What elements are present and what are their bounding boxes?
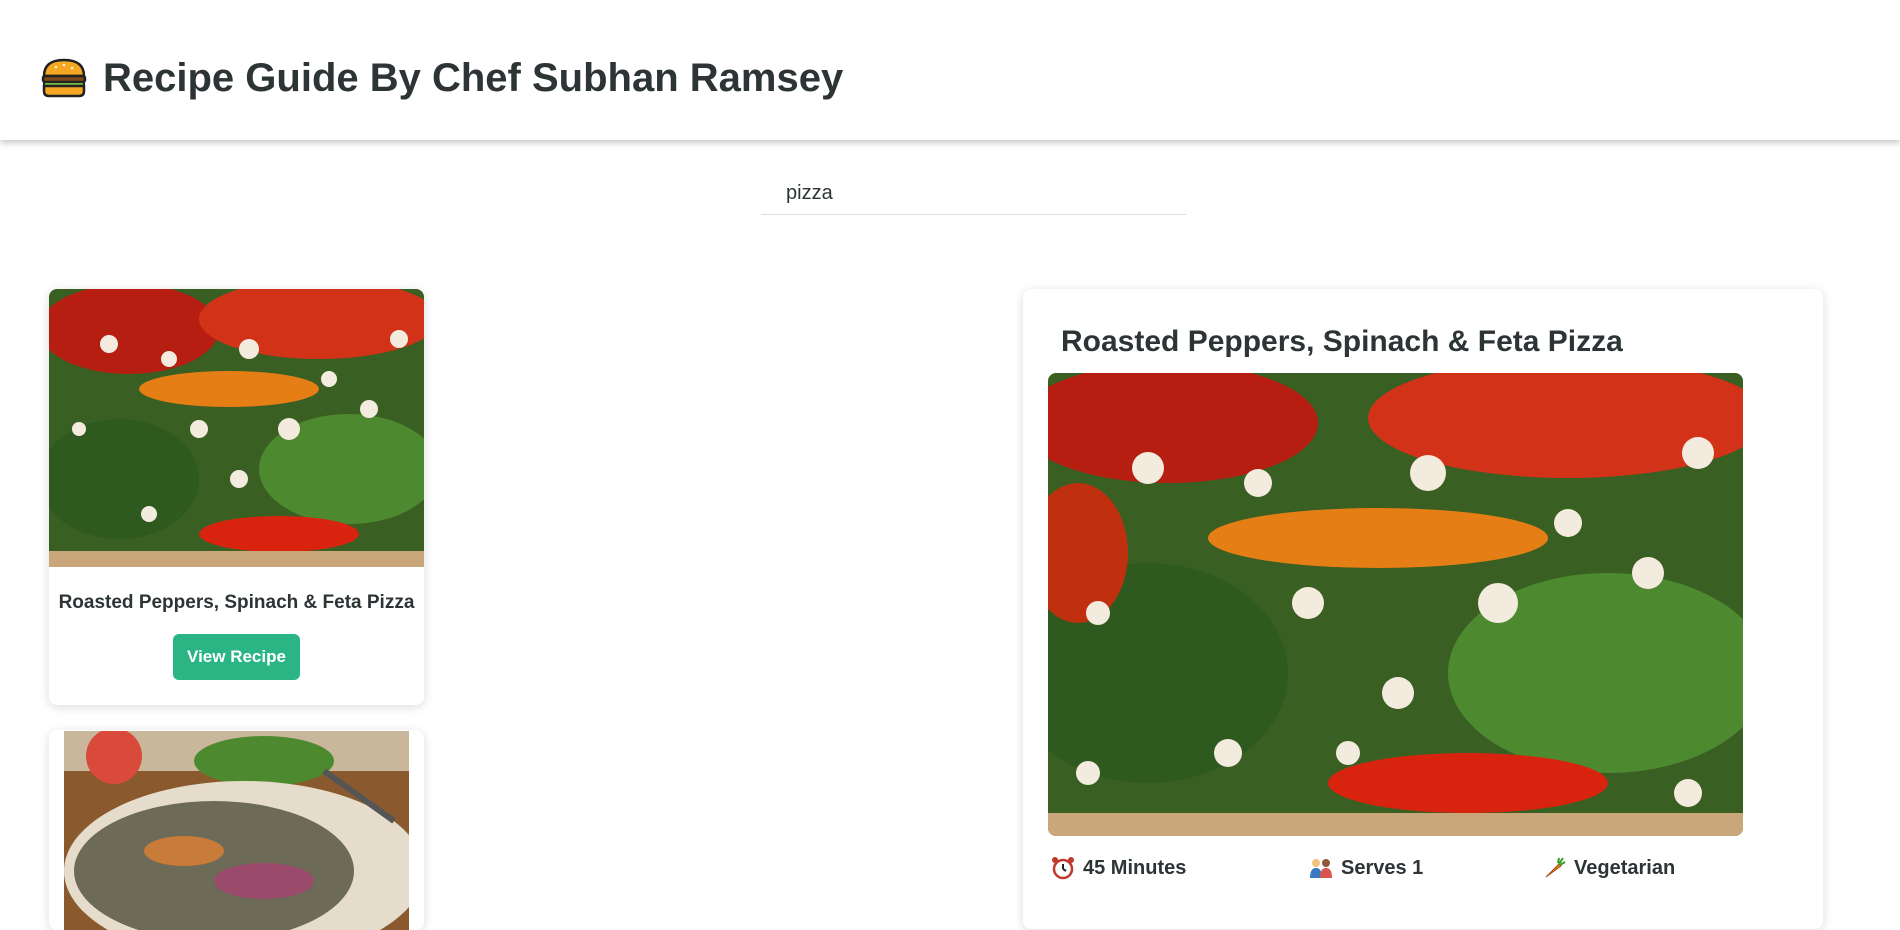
recipe-card: Roasted Peppers, Spinach & Feta Pizza Vi… [49,289,424,705]
burger-icon [41,58,87,98]
servings-label: Serves 1 [1341,856,1424,879]
search-input[interactable] [761,172,1186,214]
alarm-clock-icon [1052,857,1074,880]
recipe-detail-image [1048,373,1743,836]
app-title: Recipe Guide By Chef Subhan Ramsey [103,56,844,100]
recipe-detail-title: Roasted Peppers, Spinach & Feta Pizza [1061,325,1623,358]
servings: Serves 1 [1309,856,1423,880]
cook-time: 45 Minutes [1051,856,1186,880]
carrot-icon [1545,857,1566,878]
search-bar [761,172,1186,215]
diet-type: Vegetarian [1542,856,1675,880]
diet-label: Vegetarian [1574,856,1676,879]
cook-time-label: 45 Minutes [1083,856,1187,879]
recipe-image[interactable] [49,289,424,567]
app-header: Recipe Guide By Chef Subhan Ramsey [0,0,1900,140]
people-icon [1310,859,1332,878]
recipe-card-title: Roasted Peppers, Spinach & Feta Pizza [58,592,415,613]
view-recipe-button[interactable]: View Recipe [173,634,300,680]
recipe-image[interactable] [64,731,409,930]
recipe-detail-panel: Roasted Peppers, Spinach & Feta Pizza 45… [1023,289,1823,929]
recipe-card [49,730,424,930]
